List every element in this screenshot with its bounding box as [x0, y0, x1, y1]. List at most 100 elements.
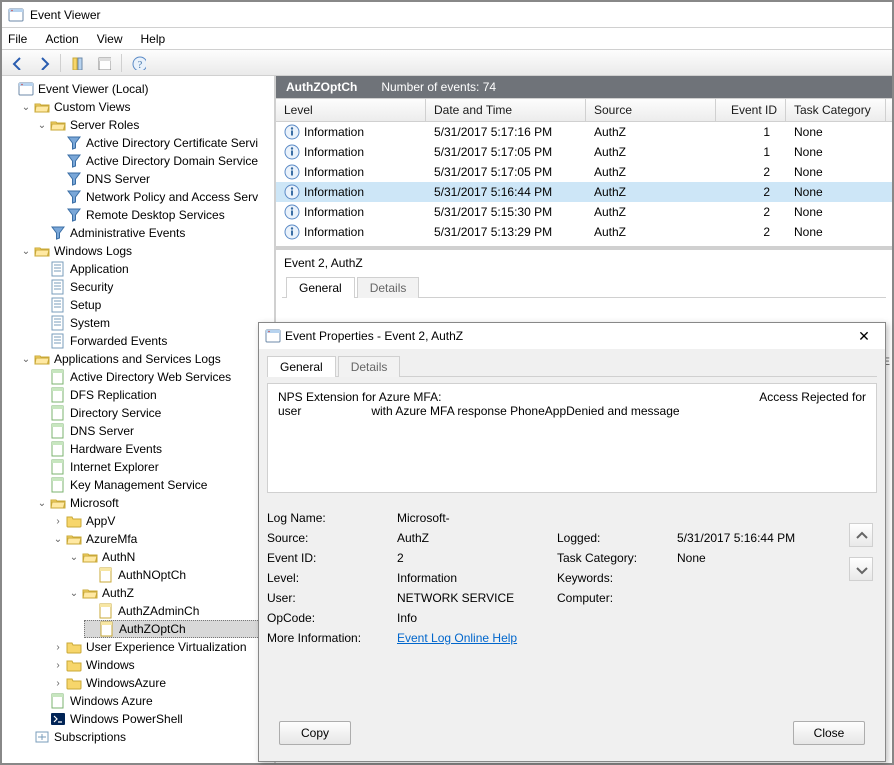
event-row[interactable]: Information 5/31/2017 5:13:29 PM AuthZ 2…: [276, 222, 892, 242]
col-date[interactable]: Date and Time: [426, 99, 586, 121]
expander-icon[interactable]: ⌄: [20, 102, 32, 113]
tree-item[interactable]: DNS Server: [52, 170, 274, 188]
back-button[interactable]: [6, 52, 28, 74]
tree-item[interactable]: Windows Azure: [36, 692, 274, 710]
log-icon: [50, 369, 66, 385]
cell-level: Information: [304, 205, 364, 219]
val-level: Information: [397, 571, 557, 585]
dlg-tab-details[interactable]: Details: [338, 356, 401, 377]
tree-item[interactable]: AuthZAdminCh: [84, 602, 274, 620]
expander-icon[interactable]: ⌄: [52, 534, 64, 545]
expander-icon[interactable]: ›: [52, 516, 64, 527]
event-row[interactable]: Information 5/31/2017 5:17:16 PM AuthZ 1…: [276, 122, 892, 142]
close-icon[interactable]: ✕: [849, 328, 879, 345]
tree-azuremfa[interactable]: ⌄AzureMfa: [52, 530, 274, 548]
expander-icon[interactable]: ⌄: [20, 354, 32, 365]
event-properties-dialog: Event Properties - Event 2, AuthZ ✕ Gene…: [258, 322, 886, 762]
tree-item[interactable]: Active Directory Domain Service: [52, 152, 274, 170]
help-button[interactable]: [128, 52, 150, 74]
col-taskcat[interactable]: Task Category: [786, 99, 886, 121]
tree-item[interactable]: Hardware Events: [36, 440, 274, 458]
expander-icon[interactable]: ⌄: [36, 120, 48, 131]
val-user: NETWORK SERVICE: [397, 591, 557, 605]
event-row[interactable]: Information 5/31/2017 5:17:05 PM AuthZ 1…: [276, 142, 892, 162]
next-event-button[interactable]: [849, 557, 873, 581]
info-icon: [284, 144, 300, 160]
tree-item[interactable]: ›Windows: [52, 656, 274, 674]
dialog-titlebar[interactable]: Event Properties - Event 2, AuthZ ✕: [259, 323, 885, 349]
tree-item[interactable]: Windows PowerShell: [36, 710, 274, 728]
prev-event-button[interactable]: [849, 523, 873, 547]
col-level[interactable]: Level: [276, 99, 426, 121]
tree-item[interactable]: Forwarded Events: [36, 332, 274, 350]
folder-open-icon: [34, 351, 50, 367]
expander-icon[interactable]: ›: [52, 660, 64, 671]
msg-text: user: [278, 404, 301, 418]
menu-action[interactable]: Action: [45, 32, 78, 46]
expander-icon[interactable]: ⌄: [36, 498, 48, 509]
tree-item[interactable]: Setup: [36, 296, 274, 314]
expander-icon[interactable]: ⌄: [68, 552, 80, 563]
event-row[interactable]: Information 5/31/2017 5:15:30 PM AuthZ 2…: [276, 202, 892, 222]
tree-item[interactable]: System: [36, 314, 274, 332]
tree-authzoptch[interactable]: AuthZOptCh: [84, 620, 274, 638]
col-eventid[interactable]: Event ID: [716, 99, 786, 121]
expander-icon[interactable]: ⌄: [20, 246, 32, 257]
tab-general[interactable]: General: [286, 277, 355, 298]
tree-item[interactable]: DNS Server: [36, 422, 274, 440]
event-row[interactable]: Information 5/31/2017 5:17:05 PM AuthZ 2…: [276, 162, 892, 182]
expander-icon[interactable]: ›: [52, 642, 64, 653]
folder-open-icon: [82, 549, 98, 565]
tree-item[interactable]: Active Directory Certificate Servi: [52, 134, 274, 152]
log-icon: [50, 297, 66, 313]
forward-button[interactable]: [32, 52, 54, 74]
tree-custom-views[interactable]: ⌄Custom Views: [20, 98, 274, 116]
tree-root[interactable]: Event Viewer (Local): [4, 80, 274, 98]
tree-windows-logs[interactable]: ⌄Windows Logs: [20, 242, 274, 260]
tree-subscriptions[interactable]: Subscriptions: [20, 728, 274, 746]
tree-item[interactable]: AuthNOptCh: [84, 566, 274, 584]
expander-icon[interactable]: ⌄: [68, 588, 80, 599]
copy-button[interactable]: Copy: [279, 721, 351, 745]
columns-button[interactable]: [67, 52, 89, 74]
tree-item[interactable]: Directory Service: [36, 404, 274, 422]
menu-file[interactable]: File: [8, 32, 27, 46]
tree-authn[interactable]: ⌄AuthN: [68, 548, 274, 566]
tab-details[interactable]: Details: [357, 277, 420, 298]
expander-icon[interactable]: ›: [52, 678, 64, 689]
navigation-tree[interactable]: Event Viewer (Local) ⌄Custom Views ⌄Serv…: [2, 76, 276, 763]
tree-item[interactable]: Active Directory Web Services: [36, 368, 274, 386]
close-button[interactable]: Close: [793, 721, 865, 745]
tree-server-roles[interactable]: ⌄Server Roles: [36, 116, 274, 134]
dlg-tab-general[interactable]: General: [267, 356, 336, 377]
event-list[interactable]: Information 5/31/2017 5:17:16 PM AuthZ 1…: [276, 122, 892, 242]
cell-taskcat: None: [786, 222, 886, 242]
tree-item[interactable]: DFS Replication: [36, 386, 274, 404]
menu-view[interactable]: View: [97, 32, 123, 46]
cell-eventid: 1: [716, 122, 786, 142]
cell-taskcat: None: [786, 202, 886, 222]
tree-item[interactable]: ›AppV: [52, 512, 274, 530]
tree-authz[interactable]: ⌄AuthZ: [68, 584, 274, 602]
properties-button[interactable]: [93, 52, 115, 74]
tree-item[interactable]: Application: [36, 260, 274, 278]
tree-item[interactable]: ›WindowsAzure: [52, 674, 274, 692]
col-source[interactable]: Source: [586, 99, 716, 121]
event-log-online-help-link[interactable]: Event Log Online Help: [397, 631, 517, 645]
tree-item[interactable]: Security: [36, 278, 274, 296]
tree-item[interactable]: ›User Experience Virtualization: [52, 638, 274, 656]
tree-microsoft[interactable]: ⌄Microsoft: [36, 494, 274, 512]
tree-item[interactable]: Internet Explorer: [36, 458, 274, 476]
tree-admin-events[interactable]: Administrative Events: [36, 224, 274, 242]
menu-help[interactable]: Help: [141, 32, 166, 46]
tree-item[interactable]: Key Management Service: [36, 476, 274, 494]
tree-item[interactable]: Network Policy and Access Serv: [52, 188, 274, 206]
tree-apps-services-logs[interactable]: ⌄Applications and Services Logs: [20, 350, 274, 368]
event-row[interactable]: Information 5/31/2017 5:16:44 PM AuthZ 2…: [276, 182, 892, 202]
separator: [60, 54, 61, 72]
tree-item[interactable]: Remote Desktop Services: [52, 206, 274, 224]
lab-eventid: Event ID:: [267, 551, 397, 565]
event-list-header[interactable]: Level Date and Time Source Event ID Task…: [276, 99, 892, 122]
folder-open-icon: [50, 495, 66, 511]
lab-opcode: OpCode:: [267, 611, 397, 625]
